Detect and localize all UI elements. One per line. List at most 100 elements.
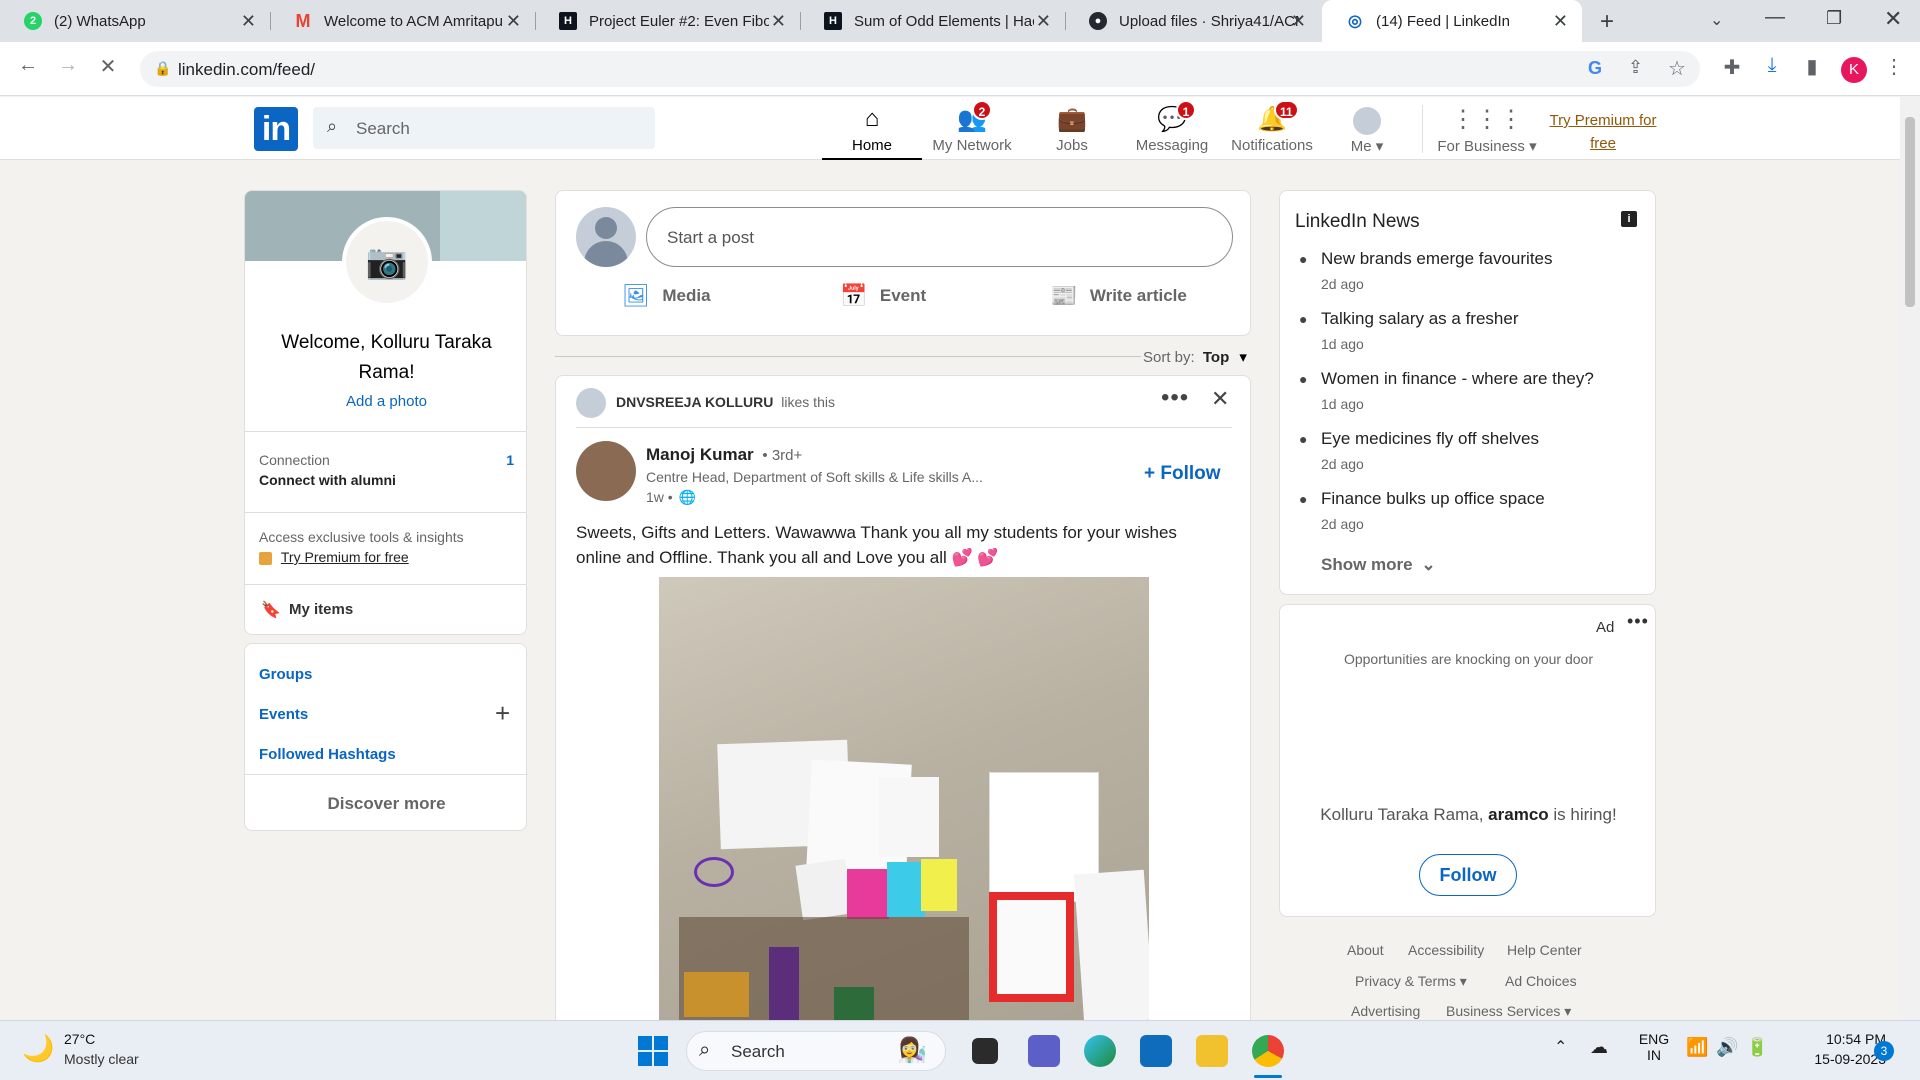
close-icon[interactable]: ✕ [771, 11, 786, 32]
footer-adchoices-link[interactable]: Ad Choices [1505, 973, 1577, 989]
discover-more-button[interactable]: Discover more [245, 794, 528, 814]
author-avatar[interactable] [576, 441, 636, 501]
show-more-button[interactable]: Show more ⌄ [1321, 555, 1436, 575]
footer-accessibility-link[interactable]: Accessibility [1408, 942, 1484, 958]
forward-icon[interactable]: → [54, 54, 82, 77]
share-icon[interactable]: ⇪ [1628, 57, 1643, 78]
bookmark-star-icon[interactable]: ☆ [1668, 56, 1686, 81]
weather-temp[interactable]: 27°C [64, 1031, 95, 1047]
browser-tab[interactable]: ● Upload files · Shriya41/ACM ✕ [1065, 0, 1320, 42]
onedrive-icon[interactable]: ☁ [1590, 1037, 1608, 1058]
clock[interactable]: 10:54 PM 15-09-2023 [1786, 1031, 1886, 1067]
taskbar-search[interactable]: ⌕ Search 👩‍🔬 [686, 1031, 946, 1071]
news-item[interactable]: ● Talking salary as a fresher 1d ago [1295, 309, 1635, 369]
add-photo-link[interactable]: Add a photo [245, 393, 526, 410]
profile-avatar[interactable]: K [1841, 57, 1867, 83]
premium-link[interactable]: Try Premium for free [281, 549, 409, 565]
liker-name[interactable]: DNVSREEJA KOLLURU [616, 394, 773, 410]
close-icon[interactable]: ✕ [1036, 11, 1051, 32]
footer-about-link[interactable]: About [1347, 942, 1384, 958]
browser-tab[interactable]: 2 (2) WhatsApp ✕ [0, 0, 270, 42]
author-name[interactable]: Manoj Kumar [646, 445, 754, 464]
browser-tab-active[interactable]: ◎ (14) Feed | LinkedIn ✕ [1322, 0, 1582, 42]
news-item[interactable]: ● Eye medicines fly off shelves 2d ago [1295, 429, 1635, 489]
footer-advertising-link[interactable]: Advertising [1351, 1003, 1420, 1019]
side-panel-icon[interactable]: ▮ [1798, 54, 1826, 79]
nav-me[interactable]: Me ▾ [1322, 97, 1412, 160]
edge-icon[interactable] [1084, 1035, 1116, 1067]
more-options-icon[interactable]: ••• [1161, 384, 1189, 412]
google-lens-icon[interactable]: G [1588, 58, 1602, 79]
news-item[interactable]: ● Women in finance - where are they? 1d … [1295, 369, 1635, 429]
window-close-icon[interactable]: ✕ [1884, 6, 1902, 32]
footer-business-link[interactable]: Business Services ▾ [1446, 1003, 1571, 1020]
nav-jobs[interactable]: 💼 Jobs [1022, 97, 1122, 160]
footer-help-link[interactable]: Help Center [1507, 942, 1582, 958]
wifi-icon[interactable]: 📶 [1686, 1037, 1708, 1058]
dismiss-post-icon[interactable]: ✕ [1211, 386, 1229, 412]
extensions-icon[interactable]: ✚ [1718, 55, 1746, 80]
close-icon[interactable]: ✕ [241, 11, 256, 32]
nav-notifications[interactable]: 🔔 11 Notifications [1222, 97, 1322, 160]
welcome-heading[interactable]: Welcome, Kolluru Taraka Rama! [255, 328, 518, 388]
try-premium-link[interactable]: Try Premium for free [1545, 109, 1661, 155]
url-text[interactable]: linkedin.com/feed/ [178, 60, 315, 80]
menu-kebab-icon[interactable]: ⋮ [1880, 54, 1908, 79]
close-icon[interactable]: ✕ [1553, 11, 1568, 32]
groups-link[interactable]: Groups [259, 666, 312, 683]
avatar[interactable] [576, 207, 636, 267]
post-image[interactable] [659, 577, 1149, 1034]
info-icon[interactable]: i [1621, 211, 1637, 227]
new-tab-icon[interactable]: + [1600, 8, 1614, 36]
browser-tab[interactable]: H Sum of Odd Elements | Hac ✕ [800, 0, 1065, 42]
event-button[interactable]: 📅 Event [840, 283, 926, 323]
windows-start-icon[interactable] [638, 1036, 668, 1066]
linkedin-logo[interactable]: in [254, 107, 298, 151]
close-icon[interactable]: ✕ [1291, 11, 1306, 32]
connection-row[interactable]: Connection Connect with alumni 1 [245, 432, 526, 512]
news-item[interactable]: ● Finance bulks up office space 2d ago [1295, 489, 1635, 549]
write-article-button[interactable]: 📰 Write article [1050, 283, 1187, 323]
events-link[interactable]: Events [259, 706, 308, 723]
start-post-button[interactable]: Start a post [646, 207, 1233, 267]
add-event-icon[interactable]: + [495, 698, 510, 729]
task-view-icon[interactable] [972, 1038, 998, 1064]
address-bar[interactable]: 🔒 linkedin.com/feed/ G ⇪ ☆ [140, 51, 1700, 87]
premium-promo-row[interactable]: Try Premium for free [259, 549, 409, 565]
battery-icon[interactable]: 🔋 [1746, 1037, 1768, 1058]
sort-dropdown[interactable]: Sort by: Top ▾ [1143, 348, 1247, 366]
ad-more-options-icon[interactable]: ••• [1627, 611, 1649, 632]
volume-icon[interactable]: 🔊 [1716, 1037, 1738, 1058]
file-explorer-icon[interactable] [1196, 1035, 1228, 1067]
weather-desc[interactable]: Mostly clear [64, 1051, 139, 1067]
back-icon[interactable]: ← [14, 54, 42, 77]
search-input[interactable]: ⌕ Search [313, 107, 655, 149]
tab-search-icon[interactable]: ⌄ [1710, 10, 1723, 30]
notification-count-badge[interactable]: 3 [1874, 1041, 1894, 1061]
language-indicator[interactable]: ENG IN [1636, 1031, 1672, 1063]
teams-chat-icon[interactable] [1028, 1035, 1060, 1067]
scrollbar-thumb[interactable] [1905, 117, 1915, 307]
follow-button[interactable]: + Follow [1144, 463, 1221, 485]
minimize-icon[interactable]: — [1765, 6, 1785, 29]
browser-tab[interactable]: H Project Euler #2: Even Fibon ✕ [535, 0, 800, 42]
nav-home[interactable]: ⌂ Home [822, 97, 922, 160]
browser-tab[interactable]: M Welcome to ACM Amritapu ✕ [270, 0, 535, 42]
media-button[interactable]: 🖼 Media [622, 283, 711, 323]
store-icon[interactable] [1140, 1035, 1172, 1067]
nav-for-business[interactable]: ⋮⋮⋮ For Business ▾ [1432, 97, 1542, 160]
footer-privacy-link[interactable]: Privacy & Terms ▾ [1355, 973, 1467, 990]
page-scrollbar[interactable] [1900, 97, 1920, 1020]
stop-loading-icon[interactable]: ✕ [94, 54, 122, 79]
nav-my-network[interactable]: 👥 2 My Network [922, 97, 1022, 160]
chevron-up-icon[interactable]: ⌃ [1554, 1037, 1567, 1057]
restore-icon[interactable]: ❐ [1826, 8, 1842, 29]
close-icon[interactable]: ✕ [506, 11, 521, 32]
news-item[interactable]: ● New brands emerge favourites 2d ago [1295, 249, 1635, 309]
chrome-icon[interactable] [1252, 1035, 1284, 1067]
nav-messaging[interactable]: 💬 1 Messaging [1122, 97, 1222, 160]
profile-photo-placeholder[interactable]: 📷 [342, 217, 432, 307]
followed-hashtags-link[interactable]: Followed Hashtags [259, 746, 396, 763]
weather-icon[interactable]: 🌙 [22, 1033, 54, 1064]
my-items-row[interactable]: 🔖 My items [245, 585, 526, 634]
